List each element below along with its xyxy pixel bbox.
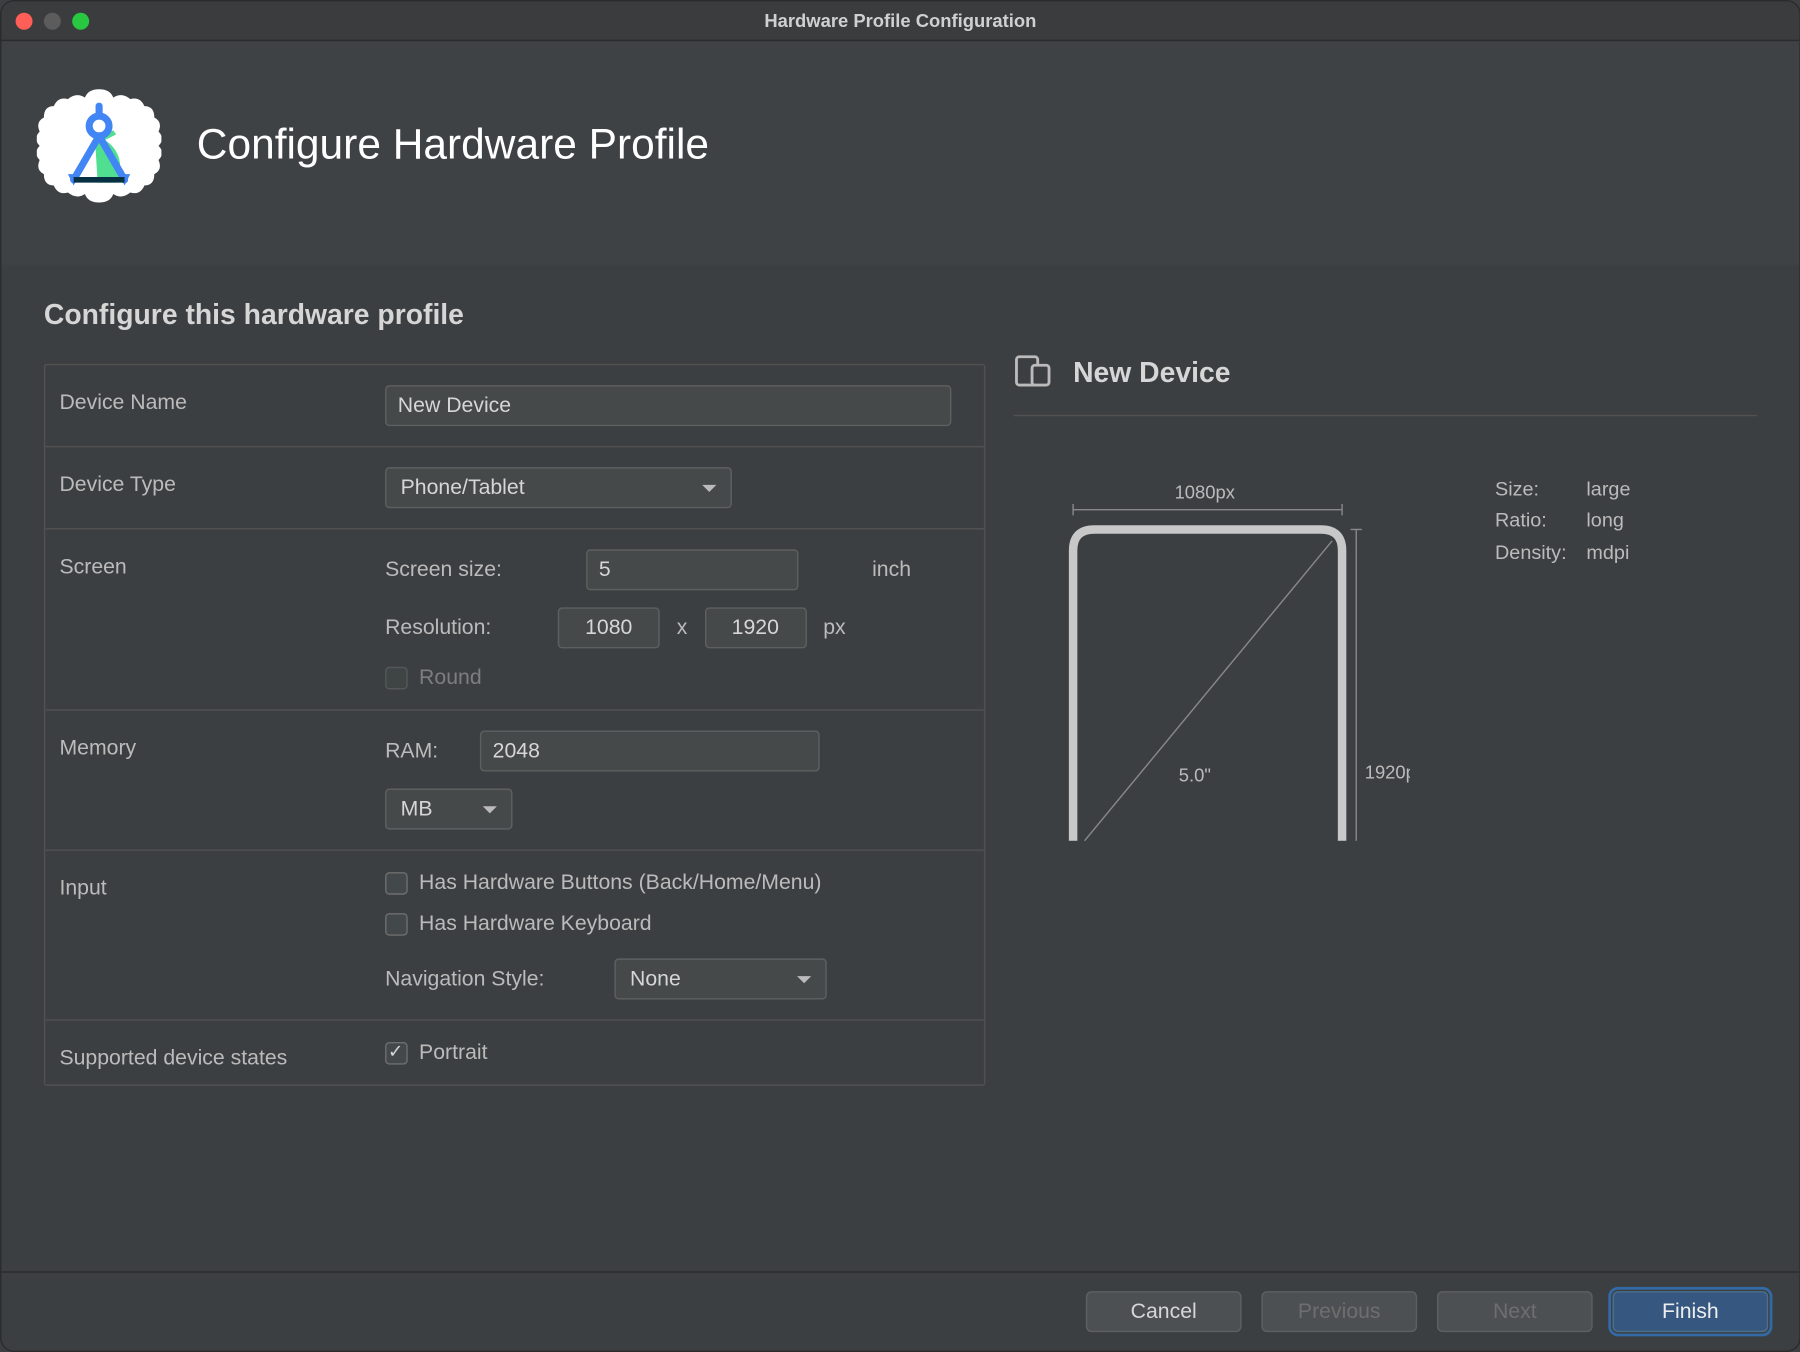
finish-button[interactable]: Finish (1612, 1291, 1768, 1332)
stat-size-value: large (1586, 473, 1630, 505)
checkbox-icon (385, 912, 408, 935)
android-studio-icon (37, 84, 162, 209)
screen-label: Screen (59, 549, 370, 689)
checkbox-icon (385, 1041, 408, 1064)
screen-size-label: Screen size: (385, 558, 569, 582)
stat-ratio-value: long (1586, 505, 1630, 537)
hw-buttons-checkbox[interactable]: Has Hardware Buttons (Back/Home/Menu) (385, 871, 961, 895)
device-name-label: Device Name (59, 385, 370, 426)
preview-title: New Device (1073, 358, 1230, 391)
resolution-width-input[interactable] (558, 607, 660, 648)
ram-label: RAM: (385, 739, 463, 763)
memory-label: Memory (59, 731, 370, 830)
input-label: Input (59, 871, 370, 1000)
device-type-select[interactable]: Phone/Tablet (385, 467, 732, 508)
device-type-value: Phone/Tablet (401, 476, 525, 500)
window-controls (16, 12, 90, 29)
banner: Configure Hardware Profile (1, 41, 1799, 265)
hw-keyboard-label: Has Hardware Keyboard (419, 912, 652, 936)
titlebar: Hardware Profile Configuration (1, 1, 1799, 41)
device-name-input[interactable] (385, 385, 951, 426)
portrait-checkbox[interactable]: Portrait (385, 1041, 961, 1065)
ram-input[interactable] (480, 731, 820, 772)
device-diagram: 1080px 1920px 5.0" (1042, 473, 1410, 841)
screen-size-input[interactable] (586, 549, 798, 590)
window-close-icon[interactable] (16, 12, 33, 29)
resolution-separator: x (677, 616, 688, 640)
next-button[interactable]: Next (1437, 1291, 1593, 1332)
window-title: Hardware Profile Configuration (1, 10, 1799, 31)
previous-button[interactable]: Previous (1261, 1291, 1417, 1332)
navigation-style-value: None (630, 967, 681, 991)
device-type-label: Device Type (59, 467, 370, 508)
stat-density-value: mdpi (1586, 536, 1630, 568)
navigation-style-select[interactable]: None (614, 958, 826, 999)
hw-keyboard-checkbox[interactable]: Has Hardware Keyboard (385, 912, 961, 936)
resolution-height-input[interactable] (704, 607, 806, 648)
hw-buttons-label: Has Hardware Buttons (Back/Home/Menu) (419, 871, 821, 895)
resolution-unit: px (823, 616, 845, 640)
diagram-height-label2: 1920px (1365, 762, 1410, 783)
devices-icon (1014, 354, 1054, 395)
checkbox-icon (385, 871, 408, 894)
resolution-label: Resolution: (385, 616, 541, 640)
page-title: Configure Hardware Profile (197, 122, 709, 170)
round-checkbox: Round (385, 665, 482, 689)
ram-unit-select[interactable]: MB (385, 789, 512, 830)
navigation-style-label: Navigation Style: (385, 967, 597, 991)
round-checkbox-label: Round (419, 665, 482, 689)
section-heading: Configure this hardware profile (44, 300, 985, 333)
window-minimize-icon[interactable] (44, 12, 61, 29)
diagram-diagonal-label: 5.0" (1179, 764, 1211, 785)
preview-stats: Size: large Ratio: long Density: mdpi (1495, 473, 1631, 841)
stat-size-key: Size: (1495, 473, 1567, 505)
diagram-width-label: 1080px (1175, 481, 1235, 502)
cancel-button[interactable]: Cancel (1086, 1291, 1242, 1332)
stat-density-key: Density: (1495, 536, 1567, 568)
portrait-label: Portrait (419, 1041, 487, 1065)
supported-states-label: Supported device states (59, 1041, 370, 1071)
dialog-footer: Cancel Previous Next Finish (1, 1271, 1799, 1350)
ram-unit-value: MB (401, 797, 433, 821)
window-maximize-icon[interactable] (72, 12, 89, 29)
screen-size-unit: inch (872, 558, 911, 582)
hardware-profile-form: Device Name Device Type Phone/Tablet Scr… (44, 364, 985, 1086)
stat-ratio-key: Ratio: (1495, 505, 1567, 537)
checkbox-icon (385, 666, 408, 689)
